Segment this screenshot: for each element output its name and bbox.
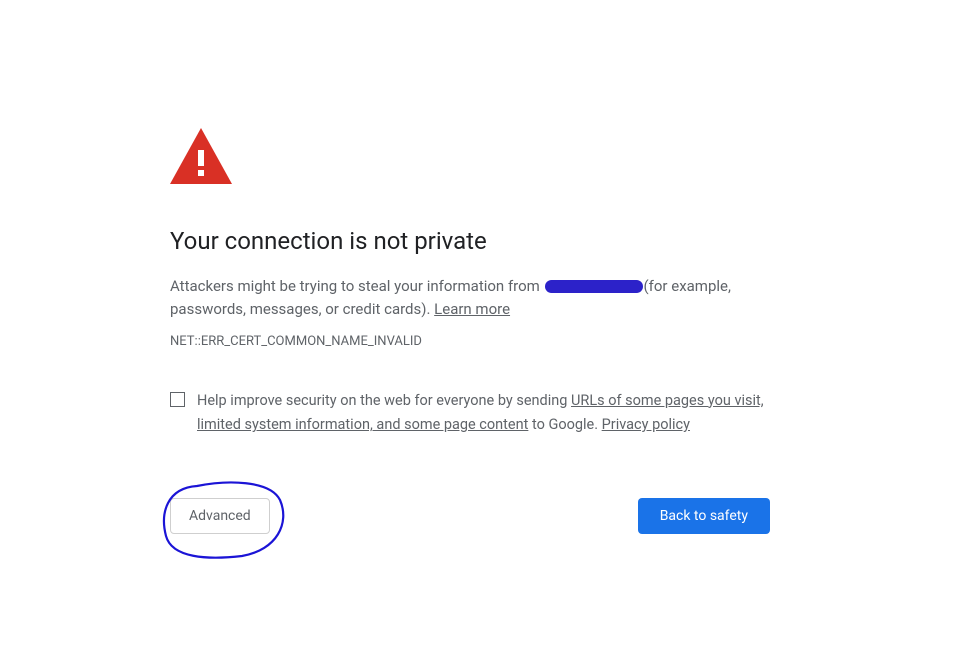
optin-prefix: Help improve security on the web for eve…: [197, 392, 571, 409]
redacted-hostname: [545, 280, 643, 293]
optin-middle: to Google.: [528, 416, 601, 433]
optin-row: Help improve security on the web for eve…: [170, 389, 800, 438]
button-row: Advanced Back to safety: [170, 498, 770, 534]
error-title: Your connection is not private: [170, 226, 800, 257]
learn-more-link[interactable]: Learn more: [434, 300, 510, 318]
description-prefix: Attackers might be trying to steal your …: [170, 277, 544, 295]
warning-triangle-icon: [170, 128, 800, 188]
back-to-safety-button[interactable]: Back to safety: [638, 498, 770, 534]
error-description: Attackers might be trying to steal your …: [170, 275, 800, 322]
advanced-button-wrapper: Advanced: [170, 498, 270, 534]
error-page: Your connection is not private Attackers…: [170, 128, 800, 534]
advanced-button[interactable]: Advanced: [170, 498, 270, 534]
error-code: NET::ERR_CERT_COMMON_NAME_INVALID: [170, 334, 800, 349]
optin-text: Help improve security on the web for eve…: [197, 389, 800, 438]
optin-checkbox[interactable]: [170, 392, 185, 407]
privacy-policy-link[interactable]: Privacy policy: [602, 416, 690, 433]
